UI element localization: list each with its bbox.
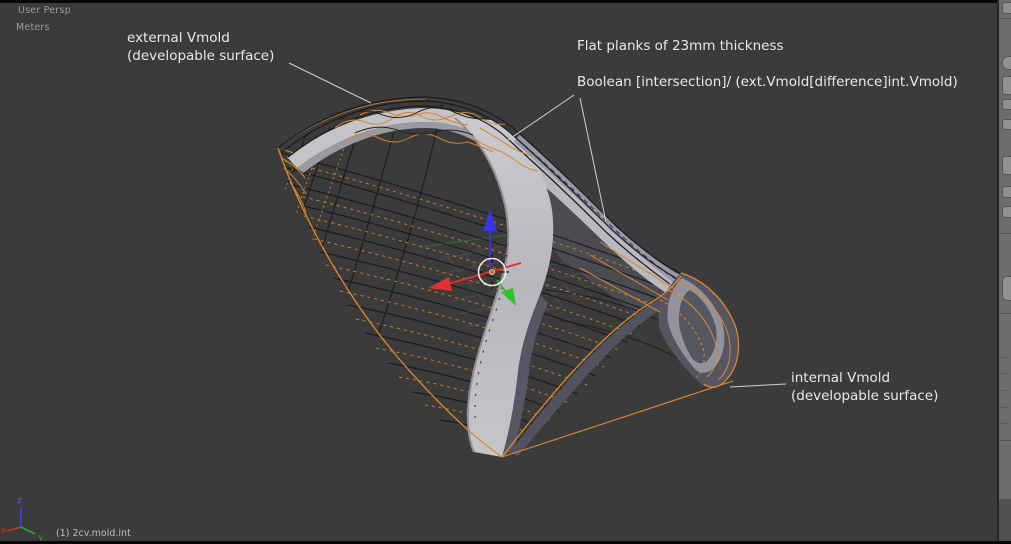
annotation-external-line1: external Vmold	[127, 30, 230, 46]
leader-flat-planks	[507, 94, 575, 141]
panel-widget-fragment[interactable]	[1002, 76, 1011, 95]
annotation-external-line2: (developable surface)	[127, 48, 275, 64]
panel-widget-fragment[interactable]	[1002, 119, 1011, 130]
viewport-unit-label: Meters	[16, 22, 50, 33]
blender-window: { "viewport": { "view_label": "User Pers…	[0, 0, 1011, 544]
annotation-external-vmold: external Vmold (developable surface)	[127, 29, 274, 65]
annotation-boolean-operation: Boolean [intersection]/ (ext.Vmold[diffe…	[577, 74, 958, 90]
panel-list-line	[1001, 373, 1008, 374]
panel-widget-fragment[interactable]	[1002, 2, 1011, 14]
panel-widget-fragment[interactable]	[1002, 156, 1011, 175]
axis-z-label: z	[17, 496, 22, 506]
panel-list-line	[1001, 423, 1008, 424]
mini-axis-gizmo: z x y	[1, 496, 44, 543]
panel-separator	[1000, 313, 1011, 314]
panel-widget-fragment[interactable]	[1002, 186, 1011, 198]
panel-widget-fragment[interactable]	[1002, 56, 1011, 70]
pivot-center-dot	[489, 269, 495, 275]
annotation-internal-vmold: internal Vmold (developable surface)	[791, 369, 938, 405]
panel-list-line	[1001, 407, 1008, 408]
panel-widget-fragment[interactable]	[1002, 276, 1011, 301]
annotation-internal-line2: (developable surface)	[791, 388, 939, 404]
panel-separator	[1000, 233, 1011, 234]
axis-y-line	[20, 526, 36, 535]
panel-list-line	[1001, 390, 1008, 391]
panel-separator	[1000, 18, 1011, 19]
active-object-label: (1) 2cv.mold.int	[56, 528, 131, 539]
panel-list-line	[1001, 357, 1008, 358]
axis-x-label: x	[1, 526, 7, 536]
panel-widget-fragment[interactable]	[1002, 99, 1011, 110]
annotation-internal-line1: internal Vmold	[791, 370, 891, 386]
panel-widget-fragment[interactable]	[1002, 206, 1011, 218]
properties-panel-edge[interactable]	[997, 0, 1011, 544]
panel-separator	[1000, 440, 1011, 441]
leader-external	[288, 62, 372, 104]
viewport-view-label: User Persp	[18, 5, 71, 16]
panel-footer-area	[999, 499, 1011, 541]
annotation-flat-planks: Flat planks of 23mm thickness	[577, 38, 784, 54]
axis-x-line	[6, 526, 22, 532]
leader-internal	[729, 383, 787, 388]
